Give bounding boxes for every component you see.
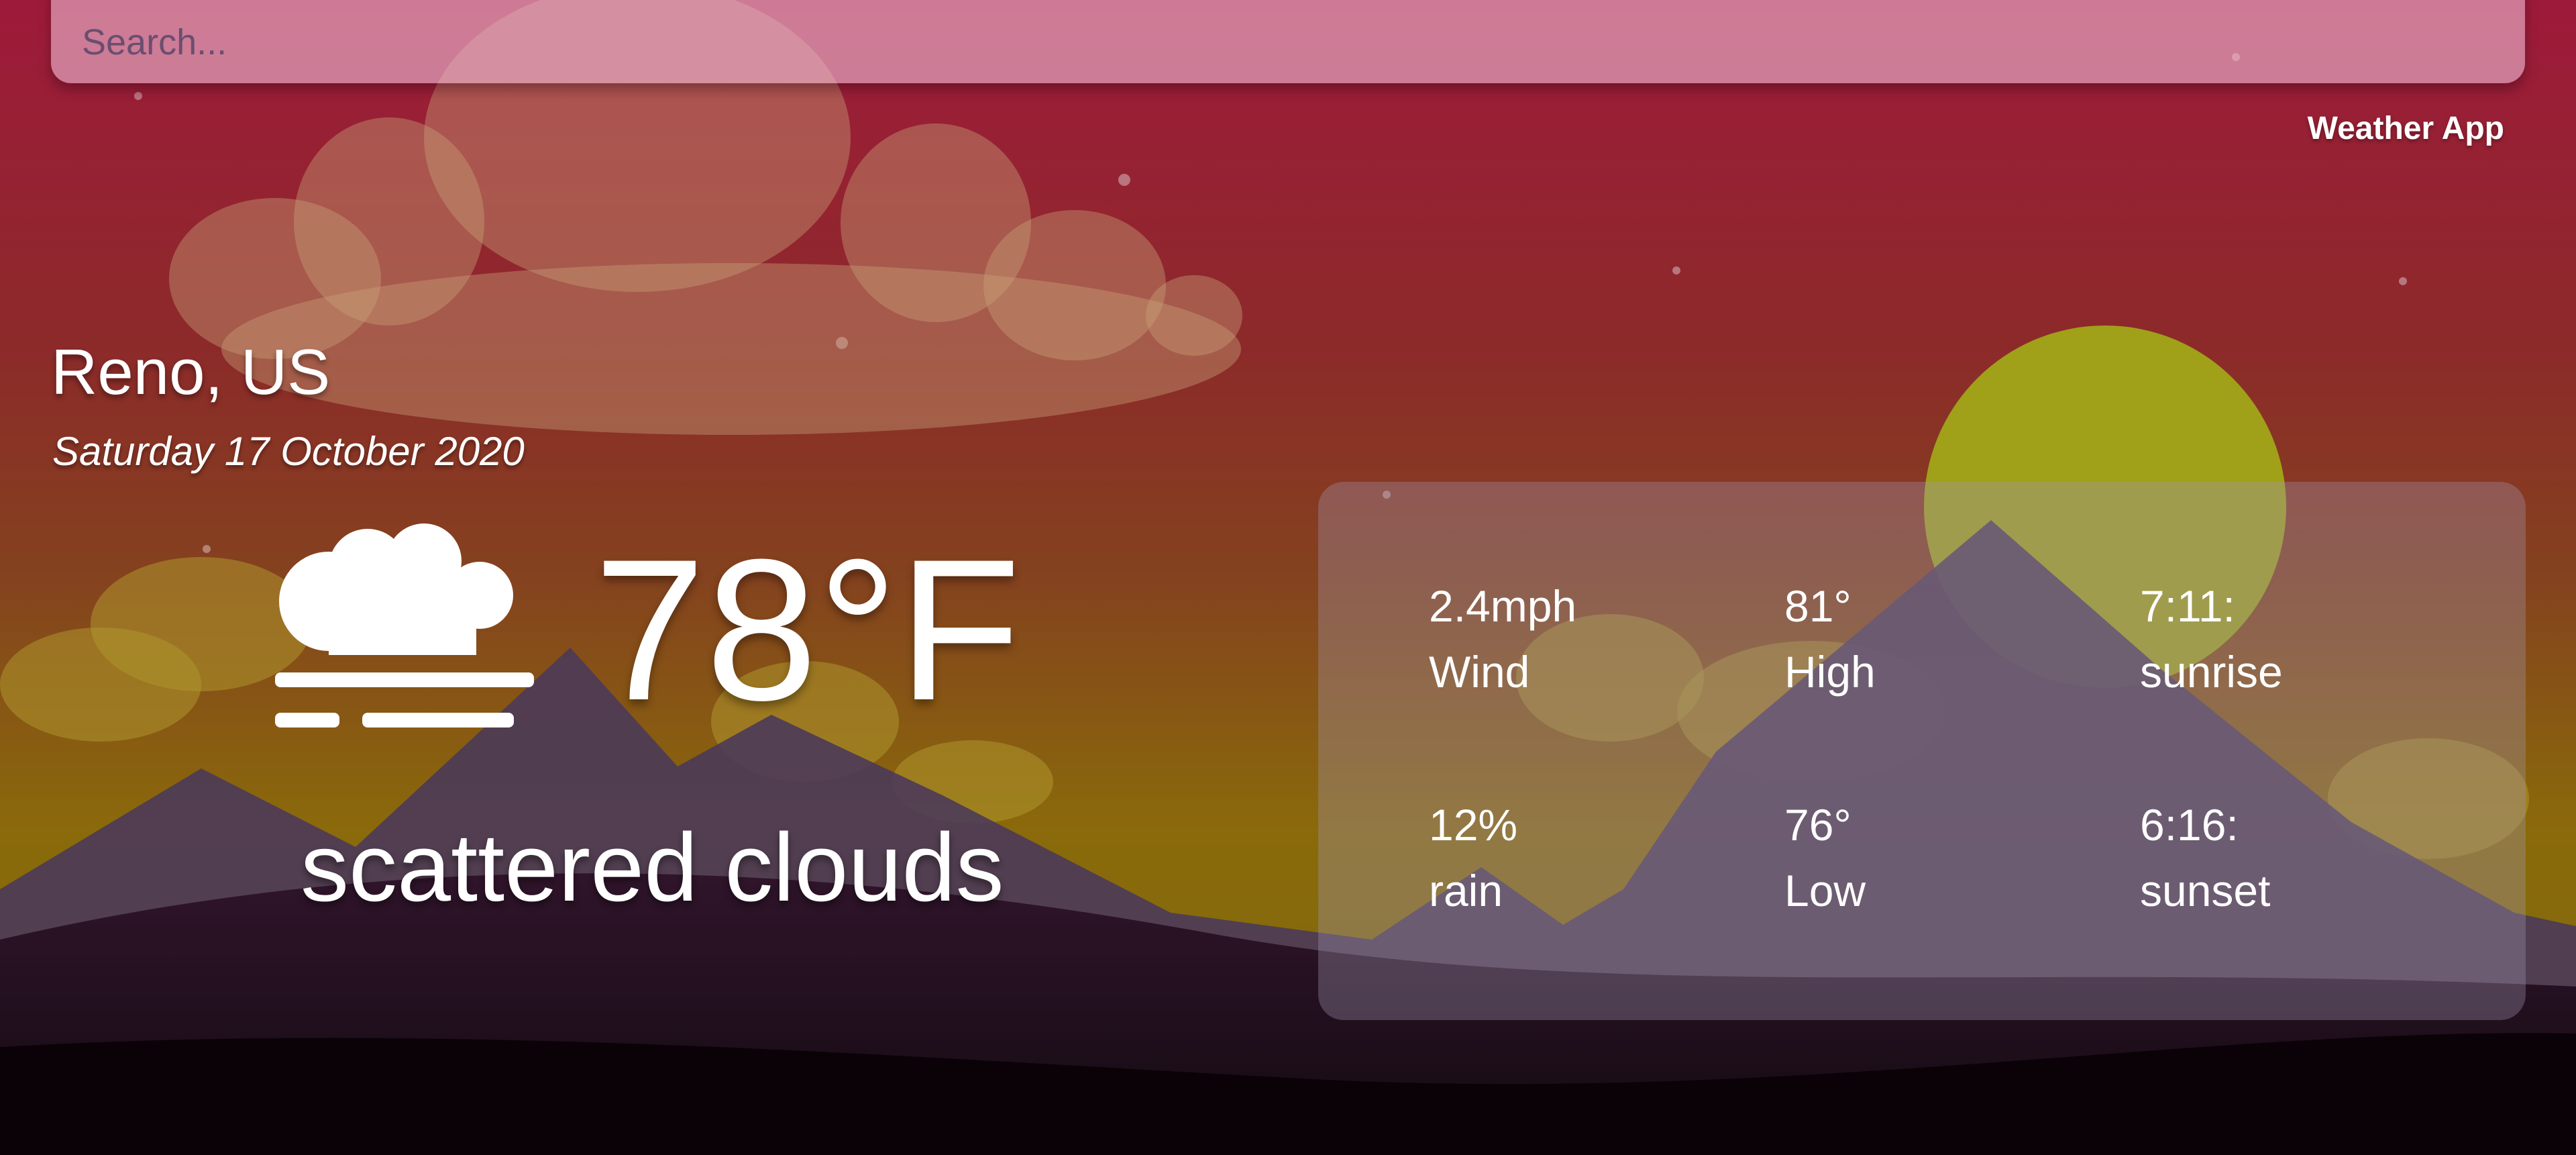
app-title: Weather App (2307, 111, 2504, 146)
city-name: Reno, US (51, 336, 331, 408)
search-bar[interactable] (51, 0, 2525, 83)
stat-sunset: 6:16: sunset (2140, 803, 2270, 913)
stat-label: Wind (1429, 647, 1530, 697)
stat-value: 2.4mph (1429, 581, 1577, 631)
stat-low: 76° Low (1784, 803, 1866, 913)
stat-label: sunset (2140, 866, 2271, 915)
stat-label: High (1784, 647, 1876, 697)
stat-wind: 2.4mph Wind (1429, 584, 1576, 694)
stat-value: 7:11: (2140, 581, 2235, 631)
weather-condition: scattered clouds (301, 813, 1004, 921)
search-input[interactable] (80, 20, 2471, 64)
stat-value: 81° (1784, 581, 1851, 631)
stat-value: 6:16: (2140, 800, 2239, 850)
current-date: Saturday 17 October 2020 (52, 429, 525, 474)
stat-sunrise: 7:11: sunrise (2140, 584, 2283, 694)
current-temperature: 78°F (594, 517, 1021, 742)
cloud-fog-icon (275, 523, 534, 727)
stat-value: 76° (1784, 800, 1851, 850)
stat-value: 12% (1429, 800, 1518, 850)
stat-label: rain (1429, 866, 1503, 915)
stat-label: Low (1784, 866, 1866, 915)
stat-label: sunrise (2140, 647, 2283, 697)
stat-high: 81° High (1784, 584, 1876, 694)
stats-panel: 2.4mph Wind 81° High 7:11: sunrise 12% r… (1318, 482, 2526, 1020)
stat-rain: 12% rain (1429, 803, 1517, 913)
